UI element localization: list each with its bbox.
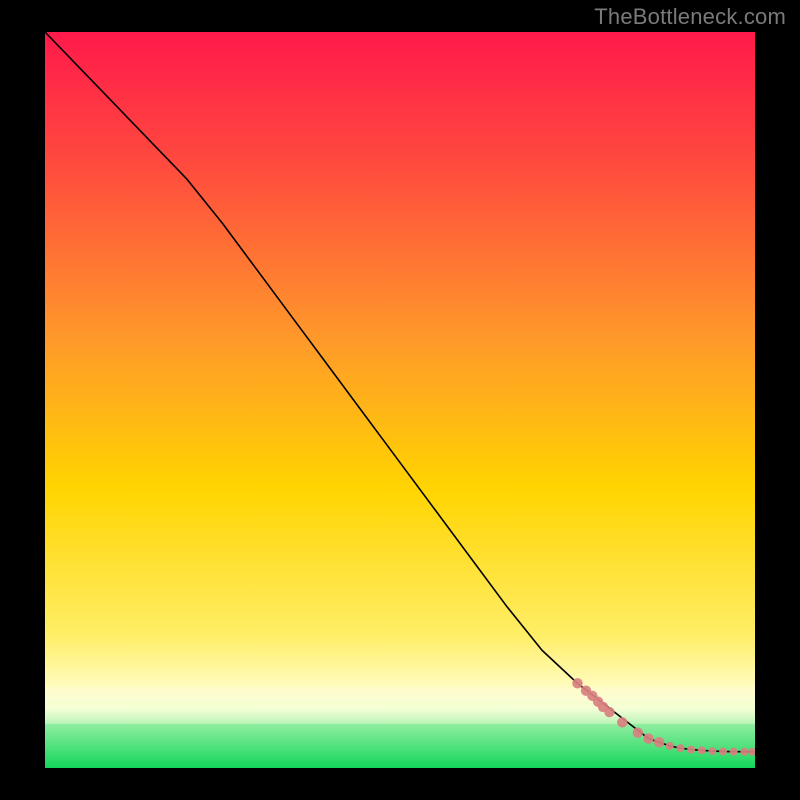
chart-svg — [45, 32, 755, 768]
chart-plot — [45, 32, 755, 768]
attribution-label: TheBottleneck.com — [594, 4, 786, 30]
chart-frame: TheBottleneck.com — [0, 0, 800, 800]
